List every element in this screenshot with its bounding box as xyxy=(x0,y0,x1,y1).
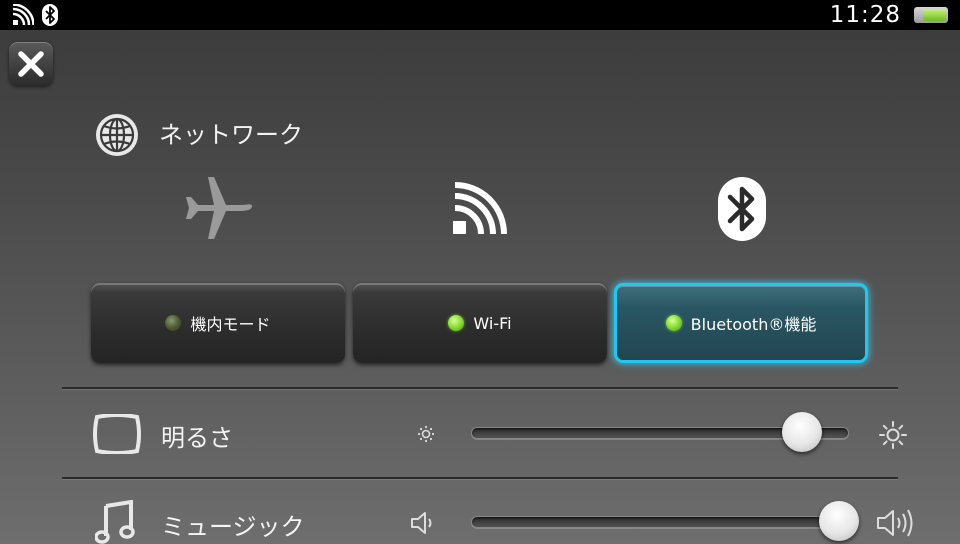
clock: 11:28 xyxy=(829,2,901,28)
close-button[interactable] xyxy=(9,42,53,86)
bluetooth-icon xyxy=(718,177,766,241)
volume-high-icon xyxy=(877,509,913,537)
divider xyxy=(62,387,898,389)
brightness-high-icon xyxy=(879,421,907,449)
bluetooth-button[interactable]: Bluetooth®機能 xyxy=(614,283,868,363)
music-note-icon xyxy=(95,500,135,544)
music-volume-slider-handle[interactable] xyxy=(819,501,860,541)
music-label: ミュージック xyxy=(161,513,305,541)
divider xyxy=(62,477,898,479)
airplane-mode-label: 機内モード xyxy=(190,315,271,334)
brightness-label: 明るさ xyxy=(161,424,233,452)
status-led xyxy=(165,315,182,331)
battery-icon xyxy=(914,7,948,23)
brightness-low-icon xyxy=(417,425,435,443)
volume-low-icon xyxy=(411,512,432,534)
display-icon xyxy=(93,414,141,454)
globe-icon xyxy=(96,114,138,156)
brightness-slider-handle[interactable] xyxy=(781,412,822,452)
airplane-mode-button[interactable]: 機内モード xyxy=(91,283,345,363)
battery-fill xyxy=(923,9,946,21)
bluetooth-status-icon xyxy=(42,4,58,26)
bluetooth-label: Bluetooth®機能 xyxy=(690,315,817,334)
status-led xyxy=(448,315,465,331)
close-icon xyxy=(18,51,44,77)
airplane-icon xyxy=(186,177,252,239)
wifi-button[interactable]: Wi-Fi xyxy=(353,283,607,363)
status-led xyxy=(665,315,682,331)
wifi-label: Wi-Fi xyxy=(473,313,512,333)
music-volume-slider[interactable] xyxy=(471,516,849,528)
wifi-icon xyxy=(453,182,507,235)
wifi-status-icon xyxy=(12,4,34,26)
network-title: ネットワーク xyxy=(159,121,303,149)
status-bar: 11:28 xyxy=(0,0,960,30)
